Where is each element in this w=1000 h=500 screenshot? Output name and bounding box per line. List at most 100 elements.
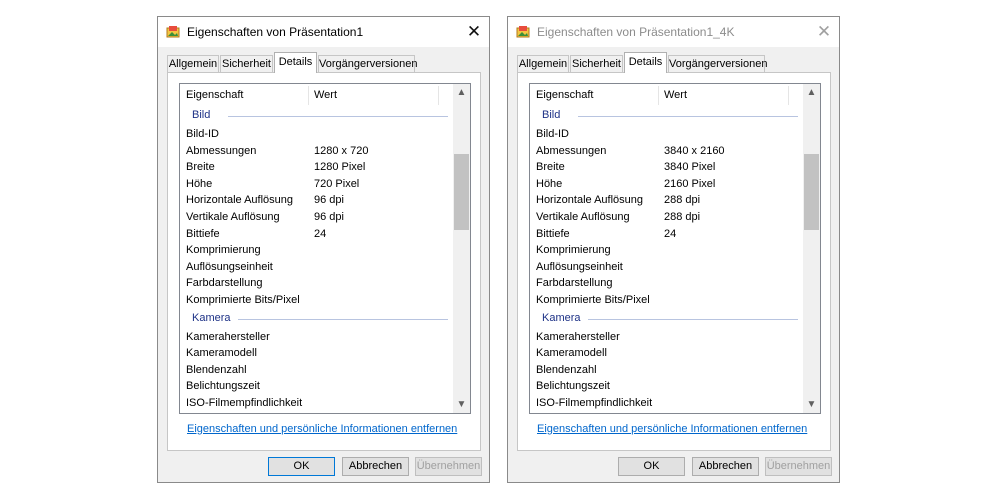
remove-properties-link[interactable]: Eigenschaften und persönliche Informatio…	[537, 423, 807, 435]
property-name: Breite	[536, 161, 565, 174]
property-name: Belichtungszeit	[186, 380, 260, 393]
property-row[interactable]: Abmessungen 1280 x 720	[180, 143, 454, 160]
tab-sicherheit[interactable]: Sicherheit	[220, 55, 273, 72]
property-row[interactable]: Breite 1280 Pixel	[180, 159, 454, 176]
property-row[interactable]: Horizontale Auflösung 288 dpi	[530, 192, 804, 209]
group-divider	[578, 116, 798, 117]
group-header-kamera[interactable]: Kamera	[180, 309, 454, 329]
property-row[interactable]: Komprimierung	[530, 242, 804, 259]
group-divider	[238, 318, 448, 320]
property-name: Auflösungseinheit	[536, 260, 623, 273]
property-row[interactable]: Blendenzahl	[180, 362, 454, 379]
property-row[interactable]: Bittiefe 24	[530, 226, 804, 243]
property-row[interactable]: ISO-Filmempfindlichkeit	[530, 395, 804, 412]
property-row[interactable]: Auflösungseinheit	[180, 259, 454, 276]
tab-vorgaengerversionen[interactable]: Vorgängerversionen	[318, 55, 417, 72]
vertical-scrollbar[interactable]: ▲ ▼	[803, 84, 820, 413]
tab-details[interactable]: Details	[274, 52, 317, 73]
close-icon[interactable]: ✕	[459, 17, 489, 47]
tab-allgemein[interactable]: Allgemein	[517, 55, 569, 72]
property-name: Bittiefe	[186, 227, 220, 240]
apply-button[interactable]: Übernehmen	[765, 457, 832, 476]
column-divider[interactable]	[658, 86, 659, 105]
title-bar[interactable]: Eigenschaften von Präsentation1_4K ✕	[508, 17, 839, 47]
property-row[interactable]: Bild-ID	[180, 126, 454, 143]
ok-button[interactable]: OK	[618, 457, 685, 476]
column-divider[interactable]	[788, 86, 789, 105]
group-divider	[588, 318, 798, 320]
property-name: Farbdarstellung	[186, 277, 263, 290]
property-row[interactable]: Höhe 2160 Pixel	[530, 176, 804, 193]
property-row[interactable]: Farbdarstellung	[530, 275, 804, 292]
property-name: Horizontale Auflösung	[186, 194, 294, 207]
column-header-property[interactable]: Eigenschaft	[536, 89, 593, 101]
property-row[interactable]: Horizontale Auflösung 96 dpi	[180, 192, 454, 209]
group-header-bild[interactable]: Bild	[180, 106, 454, 126]
property-row[interactable]: Auflösungseinheit	[530, 259, 804, 276]
column-divider[interactable]	[308, 86, 309, 105]
property-name: Kamerahersteller	[186, 330, 270, 343]
property-name: Horizontale Auflösung	[536, 194, 644, 207]
property-row[interactable]: Farbdarstellung	[180, 275, 454, 292]
properties-dialog-praesentation1: Eigenschaften von Präsentation1 ✕ Allgemei…	[157, 16, 490, 483]
property-name: Kameramodell	[186, 347, 257, 360]
property-value: 1280 x 720	[314, 144, 369, 157]
title-bar[interactable]: Eigenschaften von Präsentation1 ✕	[158, 17, 489, 47]
property-name: Farbdarstellung	[536, 277, 613, 290]
group-label: Bild	[192, 109, 211, 121]
property-name: Vertikale Auflösung	[186, 210, 280, 223]
property-row[interactable]: Komprimierung	[180, 242, 454, 259]
property-row[interactable]: Bild-ID	[530, 126, 804, 143]
property-row[interactable]: Bittiefe 24	[180, 226, 454, 243]
property-row[interactable]: Breite 3840 Pixel	[530, 159, 804, 176]
property-row[interactable]: Höhe 720 Pixel	[180, 176, 454, 193]
property-row[interactable]: Vertikale Auflösung 96 dpi	[180, 209, 454, 226]
property-row[interactable]: Blendenzahl	[530, 362, 804, 379]
property-list[interactable]: Eigenschaft Wert Bild Bild-ID Abmessungen 384…	[529, 83, 821, 414]
tab-vorgaengerversionen[interactable]: Vorgängerversionen	[668, 55, 767, 72]
cancel-button[interactable]: Abbrechen	[342, 457, 409, 476]
image-file-icon	[166, 26, 180, 38]
apply-button[interactable]: Übernehmen	[415, 457, 482, 476]
column-header-value[interactable]: Wert	[664, 89, 687, 101]
tab-details[interactable]: Details	[624, 52, 667, 73]
property-row[interactable]: ISO-Filmempfindlichkeit	[180, 395, 454, 412]
property-row[interactable]: Vertikale Auflösung 288 dpi	[530, 209, 804, 226]
property-row[interactable]: Kamerahersteller	[180, 329, 454, 346]
column-divider[interactable]	[438, 86, 439, 105]
tab-sicherheit[interactable]: Sicherheit	[570, 55, 623, 72]
chevron-down-icon[interactable]: ▼	[453, 396, 470, 413]
vertical-scrollbar[interactable]: ▲ ▼	[453, 84, 470, 413]
property-row[interactable]: Belichtungszeit	[180, 378, 454, 395]
property-name: Bittiefe	[536, 227, 570, 240]
close-icon[interactable]: ✕	[809, 17, 839, 47]
property-row[interactable]: Kamerahersteller	[530, 329, 804, 346]
column-header-value[interactable]: Wert	[314, 89, 337, 101]
chevron-down-icon[interactable]: ▼	[803, 396, 820, 413]
image-file-icon	[516, 26, 530, 38]
column-header-property[interactable]: Eigenschaft	[186, 89, 243, 101]
group-divider	[228, 116, 448, 117]
property-list[interactable]: Eigenschaft Wert Bild Bild-ID Abmessungen 128…	[179, 83, 471, 414]
property-row[interactable]: Belichtungszeit	[530, 378, 804, 395]
property-row[interactable]: Kameramodell	[530, 345, 804, 362]
remove-properties-link[interactable]: Eigenschaften und persönliche Informatio…	[187, 423, 457, 435]
tab-allgemein[interactable]: Allgemein	[167, 55, 219, 72]
properties-dialog-praesentation1-4k: Eigenschaften von Präsentation1_4K ✕ Allge…	[507, 16, 840, 483]
cancel-button[interactable]: Abbrechen	[692, 457, 759, 476]
property-row[interactable]: Komprimierte Bits/Pixel	[530, 292, 804, 309]
property-name: Bild-ID	[536, 128, 570, 140]
chevron-up-icon[interactable]: ▲	[453, 84, 470, 101]
group-header-bild[interactable]: Bild	[530, 106, 804, 126]
property-value: 288 dpi	[664, 194, 701, 207]
group-header-kamera[interactable]: Kamera	[530, 309, 804, 329]
chevron-up-icon[interactable]: ▲	[803, 84, 820, 101]
property-name: Blendenzahl	[536, 363, 597, 376]
property-row[interactable]: Komprimierte Bits/Pixel	[180, 292, 454, 309]
property-row[interactable]: Abmessungen 3840 x 2160	[530, 143, 804, 160]
property-name: ISO-Filmempfindlichkeit	[536, 396, 653, 409]
scrollbar-thumb[interactable]	[804, 154, 819, 230]
ok-button[interactable]: OK	[268, 457, 335, 476]
scrollbar-thumb[interactable]	[454, 154, 469, 230]
property-row[interactable]: Kameramodell	[180, 345, 454, 362]
